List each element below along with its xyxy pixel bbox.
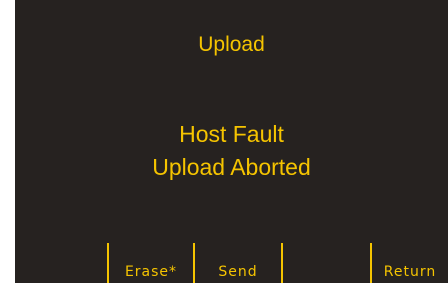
status-message-line-2: Upload Aborted [152, 154, 311, 180]
softkey-bar: Erase* Send Return [15, 243, 448, 283]
blank-softkey[interactable] [283, 261, 370, 283]
status-message-line-1: Host Fault [179, 121, 284, 147]
return-softkey[interactable]: Return [372, 261, 448, 283]
send-softkey[interactable]: Send [195, 261, 281, 283]
screen-title: Upload [198, 33, 265, 56]
erase-softkey[interactable]: Erase* [109, 261, 193, 283]
instrument-screen: Upload Host Fault Upload Aborted Erase* … [15, 0, 448, 283]
